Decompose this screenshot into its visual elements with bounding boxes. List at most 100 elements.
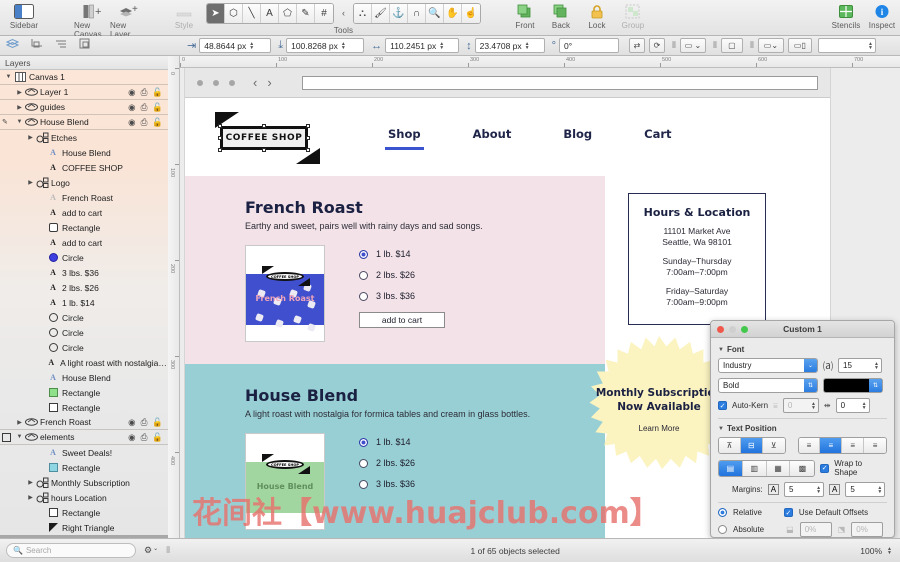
height-stepper[interactable]: ▲ ▼ (525, 41, 530, 50)
layers-stack-icon[interactable] (5, 38, 20, 53)
layer-row[interactable]: Rectangle (0, 400, 168, 415)
toolbar-button-sidebar[interactable]: Sidebar (6, 0, 42, 30)
wrap-to-shape-checkbox[interactable]: ✓ (820, 463, 830, 473)
align-left-button[interactable]: ≡ (798, 438, 821, 453)
shape-tool-icon[interactable]: ⬡ (225, 4, 243, 23)
zoom-control[interactable]: 100% ▲ ▼ (860, 546, 892, 556)
y-position-field[interactable]: 100.8268 px ▲ ▼ (286, 38, 365, 53)
layer-row[interactable]: A French Roast (0, 190, 168, 205)
margin-vertical-field[interactable]: 5 ▲ ▼ (845, 482, 886, 497)
offset-tr-field[interactable]: 0% (851, 522, 884, 537)
font-color-swatch[interactable]: ⇅ (823, 378, 883, 393)
y-stepper[interactable]: ▲ ▼ (341, 41, 346, 50)
toolbar-button-new-canvas[interactable]: + New Canvas (74, 0, 110, 39)
layer-row[interactable]: Rectangle (0, 220, 168, 235)
flip-horizontal-button[interactable]: ⇄ (629, 38, 645, 53)
print-icon[interactable]: ⎙ (141, 87, 148, 98)
visibility-eye-icon[interactable]: ◉ (128, 102, 135, 113)
align-top-button[interactable]: ⊼ (719, 438, 741, 453)
absolute-radio[interactable] (718, 525, 727, 534)
layer-row[interactable]: Circle (0, 310, 168, 325)
layer-controls[interactable]: ◉ ⎙ 🔓 (128, 87, 163, 98)
stroke-width-field[interactable]: ▲ ▼ (817, 38, 876, 53)
disclosure-triangle-icon[interactable]: ▶ (26, 494, 35, 501)
layer-row[interactable]: A House Blend (0, 145, 168, 160)
close-button[interactable] (717, 325, 724, 333)
width-field[interactable]: 110.2451 px ▲ ▼ (385, 38, 460, 53)
layer-row[interactable]: Rectangle (0, 460, 168, 475)
visibility-eye-icon[interactable]: ◉ (128, 432, 135, 443)
toolbar-button-new-layer[interactable]: + New Layer (110, 0, 146, 40)
nav-item-cart[interactable]: Cart (644, 127, 671, 147)
layer-row[interactable]: Rectangle (0, 505, 168, 520)
layer-controls[interactable]: ◉ ⎙ 🔓 (128, 417, 163, 428)
selection-handle-tl[interactable] (218, 124, 222, 128)
layer-row[interactable]: Aadd to cart (0, 235, 168, 250)
align-icon[interactable] (31, 38, 43, 53)
layer-row[interactable]: ▶ Layer 1 ◉ ⎙ 🔓 (0, 85, 168, 100)
text-tool-icon[interactable]: A (261, 4, 279, 23)
layer-row[interactable]: A 1 lb. $14 (0, 295, 168, 310)
layer-row[interactable]: Circle (0, 325, 168, 340)
window-controls[interactable] (717, 325, 748, 333)
flow-columns-button[interactable]: ▥ (742, 460, 767, 476)
selection-handle-br[interactable] (306, 148, 310, 152)
disclosure-triangle-icon[interactable]: ▶ (15, 89, 24, 96)
disclosure-triangle-icon[interactable]: ▶ (26, 134, 35, 141)
chevron-updown-icon[interactable]: ⇅ (804, 379, 817, 392)
toolbar-button-lock[interactable]: Lock (579, 0, 615, 30)
layer-row[interactable]: Aadd to cart (0, 205, 168, 220)
option-row[interactable]: 3 lbs. $36 (359, 291, 445, 301)
default-offsets-checkbox[interactable]: ✓ (783, 508, 793, 517)
tools-segment-primary[interactable]: ➤ ⬡ ╲ A ⬠ ✎ # (206, 3, 334, 24)
margin-horizontal-field[interactable]: 5 ▲ ▼ (784, 482, 825, 497)
inspector-titlebar[interactable]: Custom 1 (711, 321, 894, 338)
radio-icon[interactable] (359, 291, 368, 301)
visibility-eye-icon[interactable]: ◉ (128, 87, 135, 98)
layer-row[interactable]: Rectangle (0, 385, 168, 400)
pencil-icon[interactable]: ✎ (2, 118, 8, 126)
toolbar-button-back[interactable]: Back (543, 0, 579, 30)
flow-vertical-button[interactable]: ▩ (790, 460, 815, 476)
inspector-panel[interactable]: Custom 1 ▼ Font Industry ⌄ ⒜ 15 ▲ ▼ Bold… (710, 320, 895, 538)
line-style-button[interactable]: ▭⌄ (757, 38, 784, 53)
option-row[interactable]: 1 lb. $14 (359, 437, 415, 447)
lock-open-icon[interactable]: 🔓 (152, 87, 163, 98)
width-stepper[interactable]: ▲ ▼ (439, 41, 444, 50)
layer-row[interactable]: ▼ Canvas 1 (0, 70, 168, 85)
layer-row[interactable]: ▶ French Roast ◉ ⎙ 🔓 (0, 415, 168, 430)
print-icon[interactable]: ⎙ (141, 417, 148, 428)
layer-row[interactable]: A House Blend (0, 370, 168, 385)
grid-tool-icon[interactable]: # (315, 4, 333, 23)
disclosure-triangle-icon[interactable]: ▼ (4, 74, 13, 80)
flip-vertical-button[interactable]: ⟳ (649, 38, 665, 53)
relative-radio[interactable] (718, 508, 727, 517)
tracking-field[interactable]: 0 ▲ ▼ (835, 398, 870, 413)
align-bottom-button[interactable]: ⊻ (762, 438, 785, 453)
magnet-tool-icon[interactable]: ⚓ (390, 4, 408, 23)
font-size-field[interactable]: 15 ▲ ▼ (838, 358, 882, 373)
toolbar-button-style[interactable]: Style (166, 0, 202, 30)
margin-h-stepper[interactable]: ▲ ▼ (816, 485, 821, 494)
selection-handle-mr[interactable] (306, 136, 310, 140)
visibility-eye-icon[interactable]: ◉ (128, 117, 135, 128)
zoom-stepper[interactable]: ▲ ▼ (887, 546, 892, 555)
offset-tl-field[interactable]: 0% (799, 522, 832, 537)
kern-stepper[interactable]: ▲ ▼ (811, 401, 816, 410)
selection-handle-tr[interactable] (306, 124, 310, 128)
fill-style-button[interactable]: ▢ (720, 38, 743, 53)
layer-row[interactable]: ▶ Monthly Subscription (0, 475, 168, 490)
minimize-button[interactable] (729, 325, 736, 333)
layer-row[interactable]: A COFFEE SHOP (0, 160, 168, 175)
layer-row[interactable]: Circle (0, 340, 168, 355)
hand-tool-icon[interactable]: ✋ (444, 4, 462, 23)
gear-icon[interactable]: ⚙ (144, 545, 152, 556)
layer-controls[interactable]: ◉ ⎙ 🔓 (128, 102, 163, 113)
layer-row[interactable]: ▶ guides ◉ ⎙ 🔓 (0, 100, 168, 115)
radio-icon[interactable] (359, 479, 368, 489)
stroke-width-stepper[interactable]: ▲ ▼ (868, 41, 873, 50)
flow-single-button[interactable]: ▤ (719, 460, 743, 476)
list-order-icon[interactable] (55, 38, 67, 53)
print-icon[interactable]: ⎙ (141, 117, 148, 128)
toolbar-button-inspect[interactable]: i Inspect (864, 0, 900, 30)
